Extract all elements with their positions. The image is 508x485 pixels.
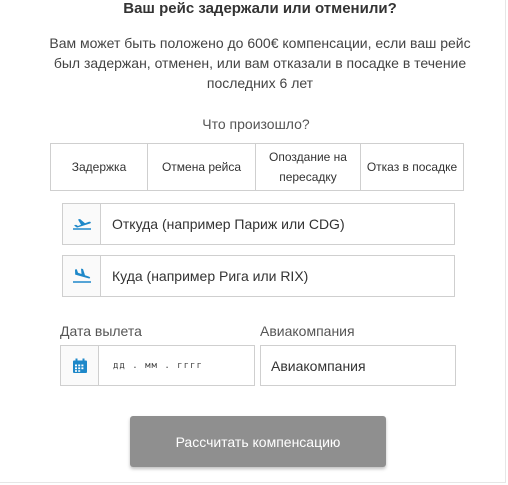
- page-subtitle: Вам может быть положено до 600€ компенса…: [49, 35, 471, 91]
- departure-airport-placeholder: Откуда (например Париж или CDG): [112, 216, 345, 232]
- calculate-compensation-button[interactable]: Рассчитать компенсацию: [130, 416, 386, 467]
- option-cancellation[interactable]: Отмена рейса: [148, 144, 256, 190]
- arrival-airport-input[interactable]: Куда (например Рига или RIX): [62, 255, 455, 297]
- page-title: Ваш рейс задержали или отменили?: [123, 0, 397, 17]
- option-delay-label: Задержка: [71, 160, 127, 174]
- airline-label: Авиакомпания: [260, 323, 355, 339]
- departure-date-input[interactable]: дд . мм . гггг: [60, 345, 255, 386]
- airline-input[interactable]: Авиакомпания: [260, 345, 456, 386]
- option-denied-boarding[interactable]: Отказ в посадке: [361, 144, 463, 190]
- incident-options: Задержка Отмена рейса Опоздание на перес…: [50, 143, 464, 191]
- arrival-airport-placeholder: Куда (например Рига или RIX): [112, 268, 309, 284]
- option-denied-boarding-label: Отказ в посадке: [366, 160, 458, 174]
- departure-airport-input[interactable]: Откуда (например Париж или CDG): [62, 203, 455, 245]
- plane-takeoff-icon: [63, 204, 101, 244]
- departure-date-label: Дата вылета: [60, 323, 142, 339]
- option-cancellation-label: Отмена рейса: [161, 160, 242, 174]
- calculate-compensation-label: Рассчитать компенсацию: [175, 433, 341, 450]
- option-missed-connection-label: Опоздание на пересадку: [269, 150, 347, 184]
- departure-date-placeholder: дд . мм . гггг: [113, 360, 203, 371]
- calendar-icon: [61, 346, 99, 385]
- airline-placeholder: Авиакомпания: [271, 357, 366, 374]
- question-label: Что произошло?: [202, 116, 310, 132]
- option-missed-connection[interactable]: Опоздание на пересадку: [256, 144, 361, 190]
- option-delay[interactable]: Задержка: [51, 144, 148, 190]
- plane-landing-icon: [63, 256, 101, 296]
